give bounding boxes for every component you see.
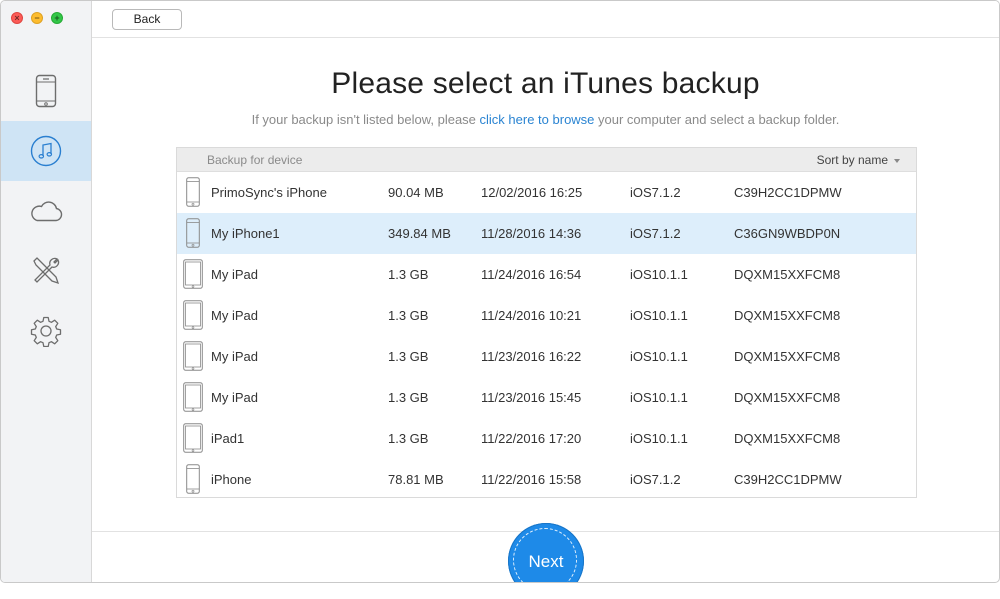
sidebar-item-settings[interactable] xyxy=(1,301,91,361)
table-row[interactable]: My iPad 1.3 GB 11/23/2016 16:22 iOS10.1.1 DQ… xyxy=(177,336,916,377)
sidebar-item-icloud[interactable] xyxy=(1,181,91,241)
table-row[interactable]: PrimoSync's iPhone 90.04 MB 12/02/2016 16:… xyxy=(177,172,916,213)
backup-size: 1.3 GB xyxy=(388,431,429,446)
subtitle-text-before: If your backup isn't listed below, pleas… xyxy=(251,112,480,127)
backup-date: 11/22/2016 17:20 xyxy=(481,431,582,446)
page-subtitle: If your backup isn't listed below, pleas… xyxy=(92,112,999,127)
backup-device-name: My iPad xyxy=(211,267,258,282)
backup-size: 349.84 MB xyxy=(388,226,451,241)
subtitle-text-after: your computer and select a backup folder… xyxy=(594,112,840,127)
sidebar-item-itunes[interactable] xyxy=(1,121,91,181)
ipad-icon xyxy=(183,382,203,415)
caret-down-icon xyxy=(894,158,900,163)
ipad-icon xyxy=(183,259,203,292)
backup-date: 11/23/2016 15:45 xyxy=(481,390,582,405)
zoom-window-button[interactable]: + xyxy=(51,12,63,24)
backup-date: 11/22/2016 15:58 xyxy=(481,472,582,487)
backup-ios-version: iOS10.1.1 xyxy=(630,390,688,405)
ipad-icon xyxy=(183,300,203,333)
gear-icon xyxy=(30,316,62,347)
backup-serial-id: DQXM15XXFCM8 xyxy=(734,349,841,364)
backup-ios-version: iOS10.1.1 xyxy=(630,267,688,282)
backup-date: 11/23/2016 16:22 xyxy=(481,349,582,364)
iphone-icon xyxy=(186,177,200,210)
toolbar: Back xyxy=(92,1,999,38)
browse-link[interactable]: click here to browse xyxy=(480,112,595,127)
backup-serial-id: C39H2CC1DPMW xyxy=(734,185,842,200)
backup-date: 12/02/2016 16:25 xyxy=(481,185,583,200)
sidebar-item-device[interactable] xyxy=(1,61,91,121)
sort-dropdown[interactable]: Sort by name xyxy=(817,153,900,167)
music-note-icon xyxy=(30,135,62,167)
backup-device-name: My iPad xyxy=(211,390,258,405)
sort-label: Sort by name xyxy=(816,153,888,167)
backup-size: 1.3 GB xyxy=(388,308,429,323)
backup-device-name: PrimoSync's iPhone xyxy=(211,185,327,200)
minimize-window-button[interactable]: − xyxy=(31,12,43,24)
close-window-button[interactable]: × xyxy=(11,12,23,24)
table-row[interactable]: iPhone 78.81 MB 11/22/2016 15:58 iOS7.1.2 C3… xyxy=(177,459,916,500)
backup-device-name: My iPad xyxy=(211,349,258,364)
tools-icon xyxy=(33,257,60,285)
backup-date: 11/24/2016 16:54 xyxy=(481,267,582,282)
next-button-label: Next xyxy=(528,552,564,571)
table-row[interactable]: My iPad 1.3 GB 11/24/2016 10:21 iOS10.1.1 DQ… xyxy=(177,295,916,336)
backup-device-name: iPhone xyxy=(211,472,252,487)
sidebar-item-tools[interactable] xyxy=(1,241,91,301)
backup-device-name: My iPhone1 xyxy=(211,226,280,241)
table-row[interactable]: iPad1 1.3 GB 11/22/2016 17:20 iOS10.1.1 DQXM… xyxy=(177,418,916,459)
sidebar: × − + xyxy=(1,1,92,582)
backup-serial-id: DQXM15XXFCM8 xyxy=(734,308,841,323)
back-button[interactable]: Back xyxy=(112,9,182,30)
backup-date: 11/28/2016 14:36 xyxy=(481,226,582,241)
backup-ios-version: iOS7.1.2 xyxy=(630,472,681,487)
backup-serial-id: C39H2CC1DPMW xyxy=(734,472,842,487)
backup-size: 90.04 MB xyxy=(388,185,444,200)
table-row[interactable]: My iPad 1.3 GB 11/24/2016 16:54 iOS10.1.1 DQ… xyxy=(177,254,916,295)
backup-size: 78.81 MB xyxy=(388,472,444,487)
next-button[interactable]: Next xyxy=(508,523,584,582)
backup-device-name: My iPad xyxy=(211,308,258,323)
table-header: Backup for device Sort by name xyxy=(177,148,916,172)
cloud-icon xyxy=(31,201,63,222)
backup-serial-id: C36GN9WBDP0N xyxy=(734,226,841,241)
table-row[interactable]: My iPhone1 349.84 MB 11/28/2016 14:36 iOS7.… xyxy=(177,213,916,254)
iphone-icon xyxy=(186,218,200,251)
backup-size: 1.3 GB xyxy=(388,390,429,405)
backup-size: 1.3 GB xyxy=(388,267,429,282)
table-row[interactable]: My iPad 1.3 GB 11/23/2016 15:45 iOS10.1.1 DQ… xyxy=(177,377,916,418)
ipad-icon xyxy=(183,423,203,456)
iphone-icon xyxy=(186,464,200,497)
backup-ios-version: iOS10.1.1 xyxy=(630,308,688,323)
window-controls: × − + xyxy=(11,12,63,24)
backup-device-name: iPad1 xyxy=(211,431,245,446)
app-window: × − + Back Please select an iTunes backu… xyxy=(0,0,1000,583)
backup-list: PrimoSync's iPhone 90.04 MB 12/02/2016 16:… xyxy=(177,172,916,500)
backup-size: 1.3 GB xyxy=(388,349,429,364)
backup-ios-version: iOS7.1.2 xyxy=(630,185,681,200)
backup-table: Backup for device Sort by name PrimoSync… xyxy=(176,147,917,498)
iphone-icon xyxy=(35,74,57,108)
backup-ios-version: iOS10.1.1 xyxy=(630,349,688,364)
backup-ios-version: iOS7.1.2 xyxy=(630,226,681,241)
backup-serial-id: DQXM15XXFCM8 xyxy=(734,431,841,446)
backup-date: 11/24/2016 10:21 xyxy=(481,308,582,323)
ipad-icon xyxy=(183,341,203,374)
backup-serial-id: DQXM15XXFCM8 xyxy=(734,267,841,282)
backup-serial-id: DQXM15XXFCM8 xyxy=(734,390,841,405)
page-title: Please select an iTunes backup xyxy=(331,67,760,100)
column-header-device: Backup for device xyxy=(207,153,303,167)
backup-ios-version: iOS10.1.1 xyxy=(630,431,688,446)
